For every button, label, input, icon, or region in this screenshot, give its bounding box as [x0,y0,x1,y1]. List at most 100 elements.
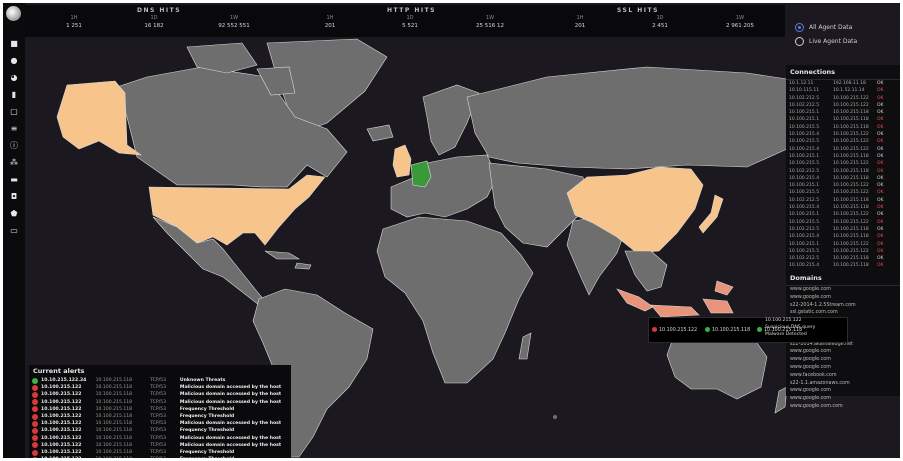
connection-row[interactable]: 10.100.215.4 10.100.215.118 OK [786,262,900,269]
alert-message: Malicious domain accessed by the host [179,385,282,391]
green-dot-icon [757,327,762,332]
connection-row[interactable]: 10.100.215.5 10.100.215.122 OK [786,160,900,167]
domain-item[interactable]: www.facebook.com [786,372,900,380]
alert-destination: 10.100.215.118 [96,456,151,458]
alert-row[interactable]: 10.100.215.122 10.100.215.118 TCP/53 Malici… [29,384,291,391]
alert-row[interactable]: 10.100.215.122 10.100.215.118 TCP/53 Malici… [29,435,291,442]
connection-row[interactable]: 10.1.12.11 192.168.11.18 OK [786,80,900,87]
alert-row[interactable]: 10.100.215.122 10.100.215.118 TCP/53 Malici… [29,420,291,427]
alert-source: 10.100.215.122 [41,399,82,405]
connection-row[interactable]: 10.102.212.5 10.100.215.122 OK [786,95,900,102]
alert-row[interactable]: 10.100.215.12210.100.215.118TCP/53Freque… [29,406,291,413]
connection-row[interactable]: 10.100.215.5 10.100.215.118 OK [786,124,900,131]
domain-item[interactable]: www.google.com [786,286,900,294]
app-logo[interactable] [6,6,21,21]
alert-protocol: TCP/53 [150,456,180,458]
alert-source: 10.100.215.122 [41,385,82,391]
message-icon[interactable]: ▭ [9,226,19,236]
folder-icon[interactable]: ▬ [9,175,19,185]
alert-row[interactable]: 10.100.215.12210.100.215.118TCP/53Freque… [29,456,291,458]
alert-row[interactable]: 10.10.215.122.24 10.100.215.118 TCP/53 Unkn… [29,377,291,384]
alert-warning-icon [32,428,38,435]
connection-status: OK [877,139,884,145]
connection-row[interactable]: 10.102.212.5 10.100.215.118 OK [786,226,900,233]
land-caribbean [264,250,312,270]
alert-source: 10.100.215.122 [41,442,82,448]
hierarchy-icon[interactable]: ⁂ [9,158,19,168]
connection-row[interactable]: 10.10.115.11 10.1.52.11.14 OK [786,87,900,94]
connection-row[interactable]: 10.100.215.5 10.100.215.122 OK [786,138,900,145]
radio-all-agent-data[interactable]: All Agent Data [795,23,852,32]
dashboard-icon[interactable]: ■ [9,39,19,49]
alert-protocol: TCP/53 [150,414,167,420]
alert-message: Malicious domain accessed by the host [179,421,282,427]
alert-row[interactable]: 10.100.215.122 10.100.215.118 TCP/53 Malici… [29,399,291,406]
connection-row[interactable]: 10.100.215.1 10.100.215.118 OK [786,109,900,116]
camera-icon[interactable]: ◘ [9,192,19,202]
domain-item[interactable]: www.google.com [786,395,900,403]
connection-destination: 10.100.215.122 [833,219,869,225]
connection-row[interactable]: 10.100.215.4 10.100.215.122 OK [786,146,900,153]
pie-chart-icon[interactable]: ◕ [9,73,19,83]
alert-row[interactable]: 10.100.215.122 10.100.215.118 TCP/53 Malici… [29,391,291,398]
connection-status: OK [877,132,884,138]
domain-item[interactable]: s22-1.1.amazonaws.com [786,380,900,388]
connection-source: 10.102.212.5 [789,95,820,101]
connection-row[interactable]: 10.102.212.5 10.100.215.122 OK [786,102,900,109]
connection-source: 10.100.215.1 [789,241,820,247]
connection-row[interactable]: 10.100.215.4 10.100.215.118 OK [786,204,900,211]
connection-row[interactable]: 10.102.212.5 10.100.215.118 OK [786,255,900,262]
connection-row[interactable]: 10.100.215.4 10.100.215.118 OK [786,233,900,240]
document-icon[interactable]: ▮ [9,90,19,100]
alert-destination: 10.100.215.118 [95,414,133,420]
connection-status: OK [877,153,884,159]
connection-row[interactable]: 10.100.215.1 10.100.215.122 OK [786,182,900,189]
domain-item[interactable]: www.google.com [786,387,900,395]
connection-source: 10.102.212.5 [789,102,820,108]
domain-item[interactable]: www.google.com [786,348,900,356]
domain-item[interactable]: www.google.com [786,294,900,302]
connection-status: OK [877,168,884,174]
connection-row[interactable]: 10.100.215.1 10.100.215.118 OK [786,153,900,160]
info-icon[interactable]: ⓘ [9,141,19,151]
connection-row[interactable]: 10.100.215.5 10.100.215.122 OK [786,189,900,196]
connection-row[interactable]: 10.100.215.1 10.100.215.122 OK [786,211,900,218]
connection-row[interactable]: 10.102.212.5 10.100.215.118 OK [786,168,900,175]
connection-status: OK [877,241,884,247]
stat-dns-1h: 1H 1 251 [66,15,82,29]
dns-hits-title: DNS HITS [137,7,182,14]
domain-item[interactable]: www.google.com.com [786,403,900,411]
dashboard-app: ■ ● ◕ ▮ ▢ ≡ ⓘ ⁂ ▬ ◘ ⬟ ▭ DNS HITS HTTP HI… [3,3,900,458]
radio-selected-icon[interactable] [795,23,804,32]
connection-row[interactable]: 10.100.215.5 10.100.215.122 OK [786,248,900,255]
connection-source: 10.100.215.1 [789,110,820,116]
connection-status: OK [877,219,884,225]
alert-row[interactable]: 10.100.215.122 10.100.215.118 TCP/53 Malici… [29,442,291,449]
http-hits-title: HTTP HITS [387,7,436,14]
connection-row[interactable]: 10.100.215.4 10.100.215.122 OK [786,131,900,138]
alert-row[interactable]: 10.100.215.12210.100.215.118TCP/53Freque… [29,413,291,420]
chat-icon[interactable]: ● [9,56,19,66]
alert-row[interactable]: 10.100.215.12210.100.215.118TCP/53Freque… [29,427,291,435]
connection-status: OK [877,197,884,203]
alert-destination: 10.100.215.118 [95,421,133,427]
connection-row[interactable]: 10.100.215.4 10.100.215.118 OK [786,175,900,182]
connection-row[interactable]: 10.100.215.1 10.100.215.122 OK [786,241,900,248]
connection-destination: 10.100.215.122 [833,161,869,167]
domain-item[interactable]: www.google.com [786,364,900,372]
connection-source: 10.100.215.4 [789,132,820,138]
connection-row[interactable]: 10.102.212.5 10.100.215.118 OK [786,197,900,204]
connection-destination: 10.100.215.118 [833,197,869,203]
alert-row[interactable]: 10.100.215.12210.100.215.118TCP/53Freque… [29,449,291,456]
shield-icon[interactable]: ⬟ [9,209,19,219]
land-south-island-dot [553,415,557,419]
radio-unselected-icon[interactable] [795,37,804,46]
network-icon[interactable]: ≡ [9,124,19,134]
tablet-icon[interactable]: ▢ [9,107,19,117]
land-uk [392,144,412,178]
connection-row[interactable]: 10.100.215.5 10.100.215.122 OK [786,219,900,226]
domain-item[interactable]: www.google.com [786,356,900,364]
domain-item[interactable]: s22-2014-1.2.5Stream.com [786,302,900,310]
radio-live-agent-data[interactable]: Live Agent Data [795,37,857,46]
connection-row[interactable]: 10.100.215.1 10.100.215.118 OK [786,116,900,123]
